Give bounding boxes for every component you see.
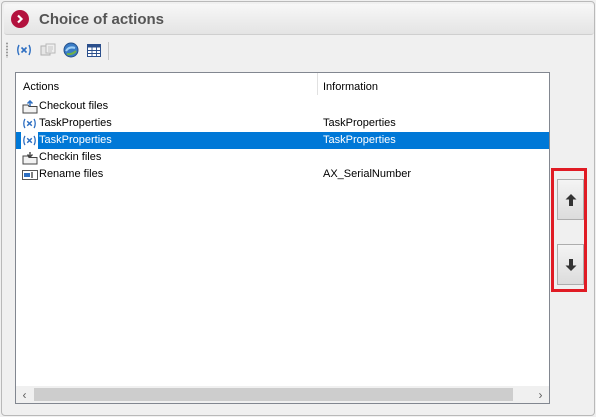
arrow-up-icon [565, 193, 576, 206]
toolbar-grip[interactable] [6, 42, 8, 58]
row-action: TaskProperties [39, 134, 112, 146]
row-action: Rename files [39, 168, 104, 180]
scroll-right-icon[interactable]: › [532, 386, 549, 403]
row-action: Checkin files [39, 151, 102, 163]
list-row[interactable]: TaskProperties TaskProperties [16, 115, 549, 132]
table-icon[interactable] [85, 41, 103, 59]
list-row[interactable]: Checkin files [16, 149, 549, 166]
toolbar-separator [108, 42, 109, 60]
variable-icon [21, 132, 38, 149]
panel-header: Choice of actions [4, 4, 594, 35]
horizontal-scrollbar[interactable]: ‹ › [16, 386, 549, 403]
list-row[interactable]: Checkout files [16, 98, 549, 115]
checkin-files-icon [21, 149, 38, 166]
move-up-button[interactable] [557, 179, 584, 220]
scroll-left-icon[interactable]: ‹ [16, 386, 33, 403]
rename-files-icon [21, 166, 38, 183]
variable-icon[interactable] [15, 41, 33, 59]
refresh-globe-icon[interactable] [62, 41, 80, 59]
row-action: Checkout files [39, 100, 109, 112]
variable-icon [21, 115, 38, 132]
move-down-button[interactable] [557, 244, 584, 285]
toolbar [6, 40, 116, 60]
row-information: TaskProperties [323, 134, 396, 146]
list-row[interactable]: Rename files AX_SerialNumber [16, 166, 549, 183]
row-action: TaskProperties [39, 117, 112, 129]
list-header: Actions Information [16, 73, 549, 97]
column-header-actions[interactable]: Actions [23, 81, 59, 93]
row-information: TaskProperties [323, 117, 396, 129]
column-divider[interactable] [317, 73, 318, 95]
column-header-information[interactable]: Information [323, 81, 378, 93]
move-buttons-highlight [551, 168, 587, 292]
scrollbar-thumb[interactable] [34, 388, 513, 401]
chevron-right-icon[interactable] [11, 10, 29, 28]
arrow-down-icon [565, 258, 576, 271]
panel-title: Choice of actions [39, 11, 165, 28]
properties-icon[interactable] [39, 41, 57, 59]
list-row-selected[interactable]: TaskProperties TaskProperties [16, 132, 549, 149]
actions-list[interactable]: Actions Information Checkout files TaskP… [15, 72, 550, 404]
row-information: AX_SerialNumber [323, 168, 412, 180]
checkout-files-icon [21, 98, 38, 115]
